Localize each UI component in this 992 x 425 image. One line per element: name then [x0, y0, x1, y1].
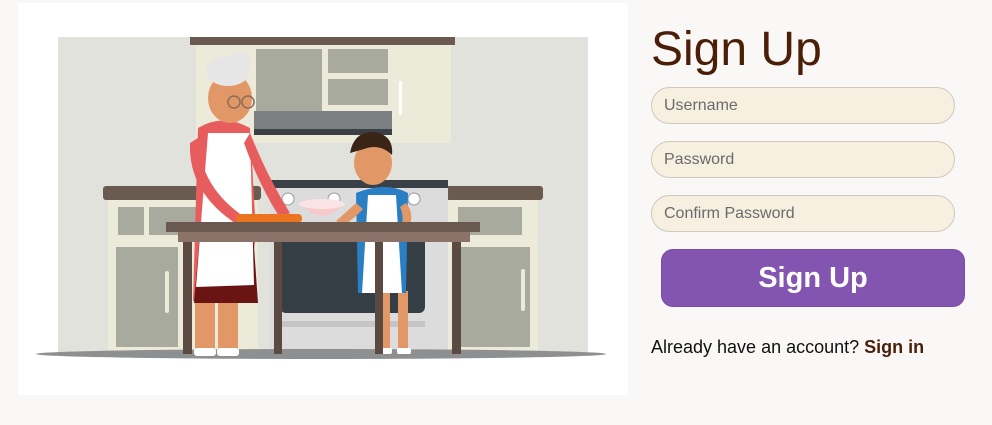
- kitchen-illustration: [18, 3, 628, 395]
- kitchen-illustration-graphic: [36, 37, 606, 359]
- signin-prompt: Already have an account? Sign in: [651, 337, 924, 358]
- confirm-password-input[interactable]: [651, 195, 955, 232]
- signin-link[interactable]: Sign in: [864, 337, 924, 357]
- password-input[interactable]: [651, 141, 955, 178]
- page-title: Sign Up: [651, 23, 822, 76]
- username-input[interactable]: [651, 87, 955, 124]
- account-prompt-text: Already have an account?: [651, 337, 860, 357]
- signup-button[interactable]: Sign Up: [661, 249, 965, 307]
- signup-form: Sign Up Sign Up Already have an account?…: [651, 0, 971, 425]
